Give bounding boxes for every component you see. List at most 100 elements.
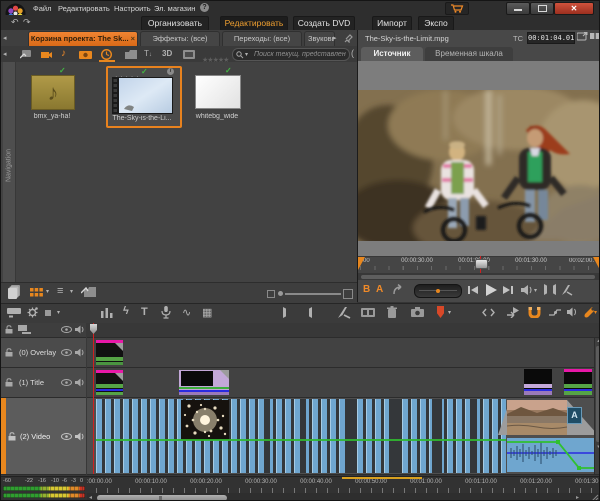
clip-beach-thumb[interactable] — [507, 400, 567, 435]
track-size-menu-icon[interactable]: ▾ — [57, 309, 60, 316]
item2-label[interactable]: The-Sky-is-the-Li... — [108, 115, 176, 122]
razor-icon[interactable] — [337, 306, 351, 319]
overlay-visibility-icon[interactable] — [61, 349, 72, 356]
trash-icon[interactable] — [387, 306, 397, 318]
tab-source[interactable]: Источник — [361, 47, 423, 61]
bin-tab-sound[interactable]: Звуковые — [304, 31, 335, 47]
film-split-icon[interactable] — [361, 308, 375, 317]
redo-icon[interactable]: ↷ — [23, 17, 31, 28]
bin-tabs-scroll-left-icon[interactable]: ◂ — [3, 34, 7, 42]
audio-mixer-icon[interactable] — [101, 307, 113, 318]
all-tracks-icon[interactable] — [18, 325, 31, 334]
collections-icon[interactable] — [125, 50, 137, 59]
title-mute-icon[interactable] — [75, 378, 85, 387]
search-options-icon[interactable]: ▾ — [245, 51, 248, 58]
pin-panel-icon[interactable] — [344, 33, 354, 43]
open-folder-icon[interactable] — [81, 285, 96, 297]
resize-grip-icon[interactable] — [591, 494, 599, 501]
zoom-in-box[interactable] — [343, 289, 353, 299]
clip-title-4[interactable] — [564, 369, 592, 395]
bin-tab-transitions[interactable]: Переходы: (все) — [222, 31, 302, 47]
latest-import-icon[interactable] — [20, 49, 32, 59]
audio-filter-icon[interactable]: ♪ — [61, 48, 66, 59]
track-title-lane[interactable] — [87, 368, 599, 398]
volume-envelope-line[interactable] — [96, 439, 506, 441]
item1-label[interactable]: bmx_ya-ha! — [19, 113, 85, 120]
marker-a-button[interactable]: A — [376, 284, 383, 295]
snapshot-camera-icon[interactable] — [411, 307, 424, 317]
clip-fireworks-thumb[interactable] — [181, 400, 229, 440]
volume-menu-icon[interactable]: ▾ — [534, 287, 537, 294]
all-lock-icon[interactable] — [5, 325, 13, 334]
overlay-mute-icon[interactable] — [75, 348, 85, 357]
undo-icon[interactable]: ↶ — [11, 17, 19, 28]
item1-audio-thumb[interactable]: ♪ — [31, 75, 75, 110]
next-frame-button[interactable] — [502, 284, 514, 296]
track-size-menu[interactable] — [45, 309, 55, 317]
menu-store[interactable]: Эл. магазин — [154, 4, 195, 13]
video-visibility-icon[interactable] — [61, 433, 72, 440]
item3-label[interactable]: whitebg_wide — [184, 113, 250, 120]
trim-mode-icon[interactable] — [482, 308, 495, 317]
close-button[interactable]: ✕ — [554, 2, 594, 15]
minimize-button[interactable] — [506, 2, 530, 15]
zoom-out-box[interactable] — [267, 290, 275, 298]
timeline-vscrollbar[interactable]: ▴ ▾ — [594, 338, 600, 474]
menu-file[interactable]: Файл — [33, 4, 51, 13]
pv-scrollbar[interactable] — [358, 273, 600, 280]
projects-filter-icon[interactable] — [101, 49, 112, 60]
volume-icon[interactable] — [521, 285, 533, 295]
menu-edit[interactable]: Редактировать — [58, 4, 110, 13]
tab-import[interactable]: Импорт — [372, 16, 412, 31]
tab-create-dvd[interactable]: Создать DVD — [293, 16, 355, 31]
montage-grid-icon[interactable]: ▦ — [202, 306, 212, 319]
razor-small-icon[interactable] — [561, 284, 573, 296]
bin-tab-close-icon[interactable]: × — [131, 34, 135, 43]
clip-overlay-1[interactable] — [96, 340, 123, 365]
out-marker-icon[interactable] — [553, 284, 556, 295]
scorefitter-icon[interactable]: ∿ — [182, 306, 191, 319]
timeline-gear-icon[interactable] — [27, 307, 38, 318]
title-editor-icon[interactable]: T — [141, 306, 148, 318]
marker-menu-icon[interactable]: ▾ — [448, 309, 451, 316]
editing-mode-menu-icon[interactable]: ▾ — [594, 309, 597, 316]
play-button[interactable] — [483, 282, 499, 298]
videos-filter-icon[interactable] — [40, 50, 53, 59]
bin-toolbar-scroll-left-icon[interactable]: ◂ — [3, 50, 7, 58]
bin-tabs-scroll-right-icon[interactable]: ▸ — [333, 34, 337, 42]
title-lock-icon[interactable] — [5, 378, 13, 387]
help-icon[interactable]: ? — [200, 3, 209, 12]
fullscreen-icon[interactable] — [577, 32, 588, 41]
effects-icon[interactable]: ϟ — [123, 305, 129, 317]
bin-tab-project[interactable]: Корзина проекта: The Sk... × — [28, 31, 138, 47]
search-box[interactable]: ▾ — [232, 48, 350, 61]
menu-setup[interactable]: Настроить — [114, 4, 151, 13]
dual-monitor-icon[interactable] — [590, 32, 600, 40]
audio-scrub-icon[interactable] — [567, 307, 578, 317]
clip-title-2[interactable] — [179, 370, 229, 395]
shuttle-control[interactable] — [414, 284, 462, 298]
cart-button[interactable] — [445, 2, 469, 15]
hscroll-left-icon[interactable]: ◂ — [89, 494, 92, 501]
in-marker-icon[interactable] — [544, 284, 547, 295]
all-mute-icon[interactable] — [75, 325, 85, 334]
list-view-menu-icon[interactable]: ▾ — [70, 288, 73, 295]
hscroll-thumb[interactable] — [97, 495, 227, 501]
sort-icon[interactable]: T↓ — [144, 49, 152, 58]
thumbnail-view-menu-icon[interactable]: ▾ — [46, 288, 49, 295]
loop-play-icon[interactable] — [392, 284, 404, 296]
timeline-ruler[interactable]: 00:00:00.00 00:00:10.00 00:00:20.00 00:0… — [87, 477, 600, 493]
tl-mark-out-icon[interactable] — [309, 307, 312, 318]
bin-tab-effects[interactable]: Эффекты: (все) — [140, 31, 220, 47]
tab-edit[interactable]: Редактировать — [220, 16, 288, 31]
tab-organize[interactable]: Организовать — [141, 16, 209, 31]
item2-info-icon[interactable]: i — [167, 68, 174, 75]
track-overlay-lane[interactable] — [87, 338, 599, 368]
zoom-slider-handle[interactable] — [278, 291, 283, 296]
prev-frame-button[interactable] — [467, 284, 479, 296]
video-mute-icon[interactable] — [75, 432, 85, 441]
tab-export[interactable]: Экспо — [418, 16, 454, 31]
navigation-strip[interactable]: Navigation — [3, 62, 16, 282]
list-view-icon[interactable]: ≡ — [57, 285, 63, 297]
ruler-strip[interactable] — [87, 323, 599, 338]
